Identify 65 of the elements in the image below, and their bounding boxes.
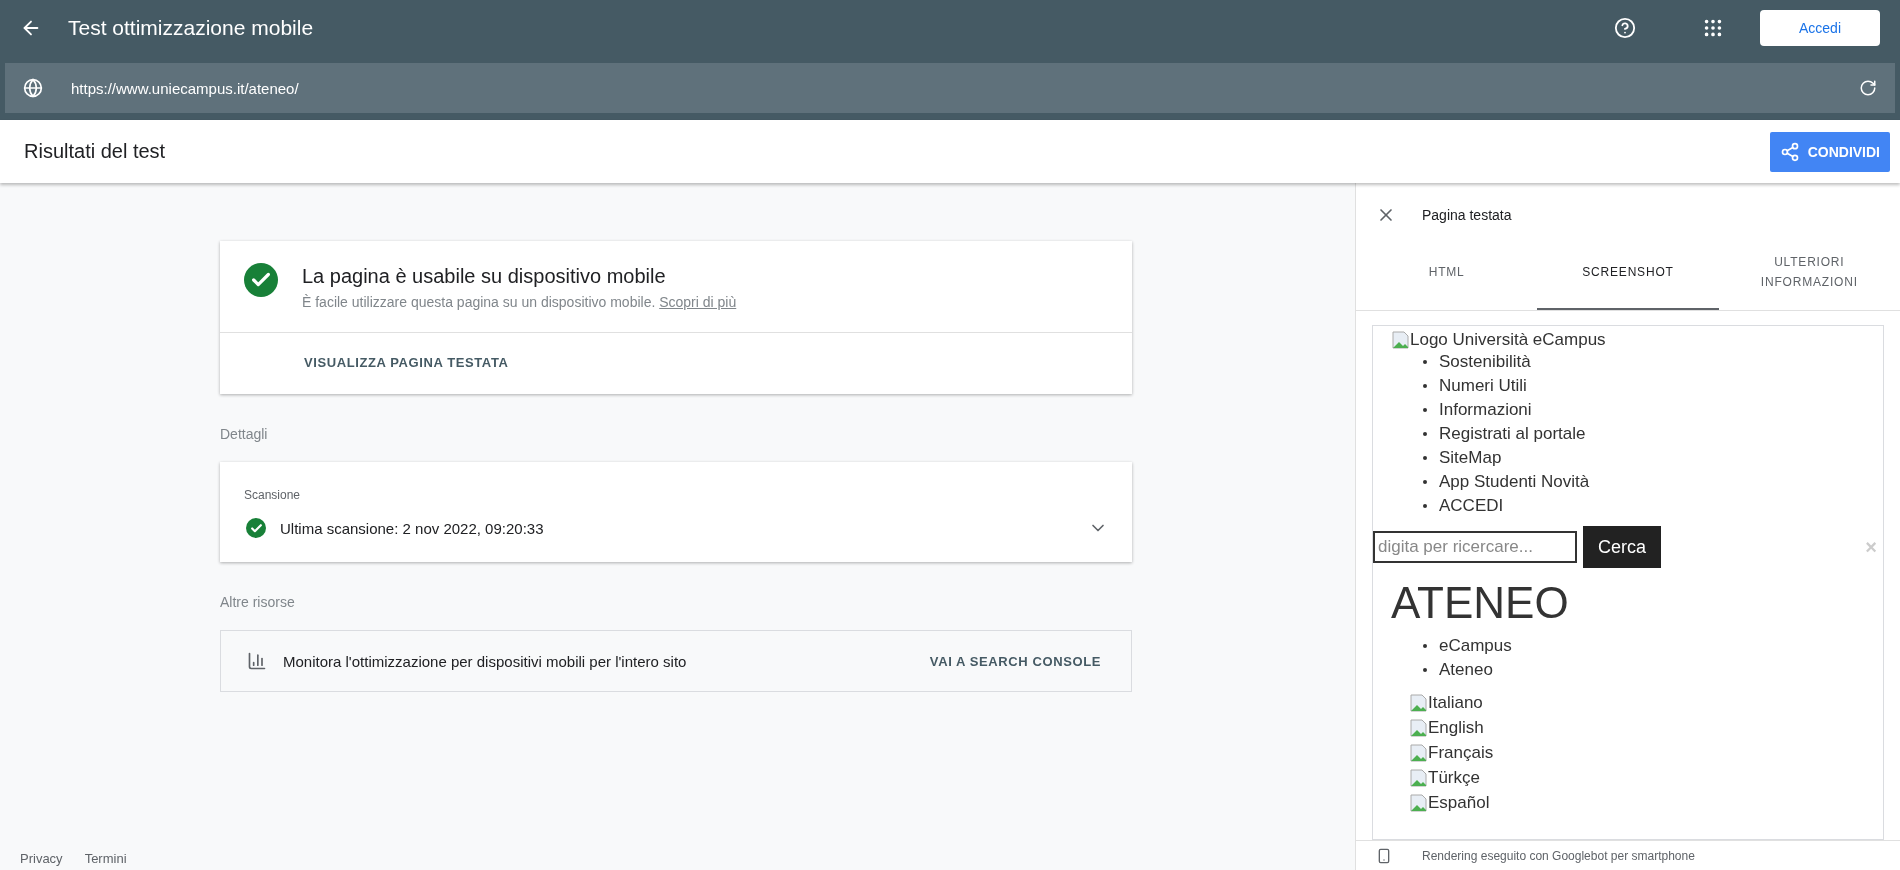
bullet-icon (1423, 644, 1427, 648)
resource-text: Monitora l'ottimizzazione per dispositivi mobili per l'intero sito (283, 652, 688, 670)
search-console-button[interactable]: VAI A SEARCH CONSOLE (923, 652, 1107, 670)
bar-chart-icon (247, 651, 267, 671)
check-circle-icon (244, 263, 278, 297)
broken-image-icon (1410, 793, 1428, 812)
language-link[interactable]: English (1428, 715, 1484, 740)
language-link[interactable]: Español (1428, 790, 1490, 815)
bullet-icon (1423, 668, 1427, 672)
reload-icon[interactable] (1859, 79, 1877, 97)
bullet-icon (1423, 384, 1427, 388)
menu-link[interactable]: Informazioni (1439, 398, 1532, 422)
view-tested-page-button[interactable]: VISUALIZZA PAGINA TESTATA (220, 333, 509, 394)
learn-more-link[interactable]: Scopri di più (659, 294, 737, 310)
bullet-icon (1423, 504, 1427, 508)
tab[interactable]: HTML (1356, 235, 1538, 310)
share-icon (1779, 141, 1800, 162)
broken-image-icon (1410, 743, 1428, 762)
apps-grid-icon[interactable] (1702, 17, 1724, 39)
language-link[interactable]: Italiano (1428, 690, 1483, 715)
broken-image-icon (1410, 768, 1428, 787)
section-label: Scansione (243, 487, 302, 504)
menu-link[interactable]: Registrati al portale (1439, 422, 1586, 446)
broken-image-icon (1410, 693, 1428, 712)
bullet-icon (1423, 408, 1427, 412)
verdict-description: È facile utilizzare questa pagina su un dispositivo mobile. Scopri di più (302, 294, 737, 310)
app-title: Test ottimizzazione mobile (68, 16, 315, 40)
status-text: Rendering eseguito con Googlebot per smartphone (1422, 848, 1695, 863)
menu-link[interactable]: SiteMap (1439, 446, 1502, 470)
smartphone-icon (1376, 847, 1392, 864)
language-link[interactable]: Türkçe (1428, 765, 1480, 790)
bullet-icon (1423, 432, 1427, 436)
url-bar[interactable]: https://www.uniecampus.it/ateneo/ (5, 63, 1895, 113)
search-button[interactable]: Cerca (1583, 526, 1661, 568)
bullet-icon (1423, 360, 1427, 364)
broken-image-icon (1410, 718, 1428, 737)
tab[interactable]: SCREENSHOT (1537, 235, 1719, 310)
crawl-info: Ultima scansione: 2 nov 2022, 09:20:33 (280, 519, 545, 537)
tab[interactable]: ULTERIORI INFORMAZIONI (1718, 235, 1900, 310)
footer-link[interactable]: Termini (84, 851, 127, 866)
sign-in-button[interactable]: Accedi (1760, 10, 1880, 46)
section-heading: Dettagli (220, 426, 269, 442)
footer-link[interactable]: Privacy (20, 851, 63, 866)
help-icon[interactable] (1614, 17, 1636, 39)
bullet-icon (1423, 480, 1427, 484)
language-link[interactable]: Français (1428, 740, 1494, 765)
menu-link[interactable]: ACCEDI (1439, 494, 1504, 518)
menu-link[interactable]: Sostenibilità (1439, 350, 1531, 374)
results-title: Risultati del test (24, 140, 167, 163)
bullet-icon (1423, 456, 1427, 460)
section-heading: Altre risorse (220, 594, 296, 610)
globe-icon (23, 78, 43, 98)
search-field[interactable]: digita per ricercare... (1373, 531, 1577, 563)
menu-link[interactable]: App Studenti Novità (1439, 470, 1590, 494)
panel-title: Pagina testata (1422, 207, 1512, 223)
page-heading: ATENEO (1391, 578, 1570, 628)
verdict-title: La pagina è usabile su dispositivo mobile (302, 265, 667, 288)
breadcrumb-link[interactable]: Ateneo (1439, 658, 1493, 682)
broken-image-icon (1392, 331, 1410, 349)
logo-alt-text: Logo Università eCampus (1410, 330, 1606, 350)
check-circle-icon (246, 518, 266, 538)
menu-link[interactable]: Numeri Utili (1439, 374, 1527, 398)
breadcrumb-link[interactable]: eCampus (1439, 634, 1512, 658)
share-button[interactable]: CONDIVIDI (1769, 131, 1890, 172)
url-text: https://www.uniecampus.it/ateneo/ (71, 79, 300, 97)
